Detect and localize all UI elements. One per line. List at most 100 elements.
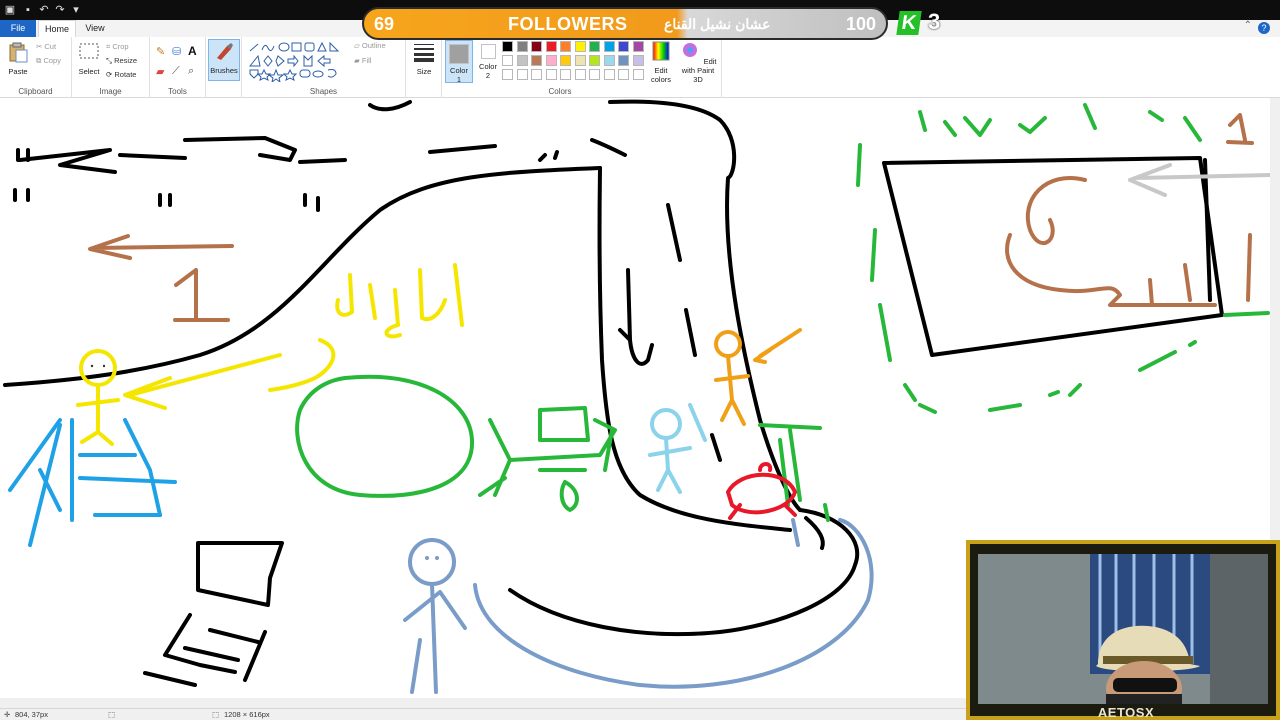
brown-arrow	[88, 234, 234, 260]
color1-button[interactable]: Color 1	[445, 40, 473, 84]
followers-label: FOLLOWERS	[508, 14, 628, 34]
fill-label: Fill	[361, 56, 372, 65]
custom-color-slot[interactable]	[632, 69, 644, 80]
tab-file[interactable]: File	[0, 20, 36, 37]
road-curve	[508, 508, 860, 637]
palette-swatch[interactable]	[516, 41, 528, 52]
rotate-label: Rotate	[114, 70, 137, 79]
color2-button[interactable]: Color 2	[475, 40, 501, 80]
magnifier-icon[interactable]: ⌕	[188, 65, 194, 78]
color2-number: 2	[485, 71, 491, 80]
text-tool-icon[interactable]: A	[188, 44, 197, 58]
palette-swatch[interactable]	[618, 55, 629, 66]
palette-swatch[interactable]	[531, 41, 542, 52]
small-box	[196, 541, 284, 607]
paint3d-button[interactable]: Edit with Paint 3D	[678, 40, 718, 84]
brushes-button[interactable]: Brushes	[208, 39, 240, 81]
redo-icon[interactable]: ↷	[54, 4, 66, 16]
palette-swatch[interactable]	[502, 55, 513, 66]
custom-color-slot[interactable]	[531, 69, 542, 80]
palette-swatch[interactable]	[618, 41, 629, 52]
tab-home[interactable]: Home	[38, 20, 76, 37]
edit-colors-button[interactable]: Edit colors	[648, 40, 674, 84]
color-picker-icon[interactable]: ⟋	[172, 65, 180, 78]
palette-swatch[interactable]	[589, 55, 600, 66]
palette-swatch[interactable]	[560, 55, 571, 66]
clipboard-group: Paste ✂ Cut ⧉ Copy Clipboard	[0, 37, 72, 98]
rotate-button[interactable]: ⟳ Rotate	[106, 70, 136, 79]
size-button[interactable]: Size	[410, 41, 438, 76]
custom-color-slot[interactable]	[516, 69, 528, 80]
custom-color-slot[interactable]	[589, 69, 600, 80]
image-group-label: Image	[99, 87, 122, 96]
crop-label: Crop	[112, 42, 129, 51]
ribbon: Paste ✂ Cut ⧉ Copy Clipboard Select ⌗ Cr…	[0, 37, 1280, 98]
color1-swatch	[449, 44, 469, 64]
custom-color-slot[interactable]	[545, 69, 557, 80]
fill-bucket-icon[interactable]: ⛁	[172, 45, 181, 58]
edit-colors-label: Edit colors	[650, 66, 671, 84]
palette-swatch[interactable]	[603, 55, 615, 66]
fill-icon: ▰	[354, 56, 362, 65]
undo-icon[interactable]: ↶	[38, 4, 50, 16]
resize-icon: ⤡	[106, 56, 115, 65]
edit-colors-icon	[652, 41, 670, 61]
palette-swatch[interactable]	[574, 41, 586, 52]
cut-label: Cut	[44, 42, 57, 51]
crop-button[interactable]: ⌗ Crop	[106, 42, 129, 52]
copy-button[interactable]: ⧉ Copy	[36, 56, 61, 66]
palette-swatch[interactable]	[545, 55, 557, 66]
paste-button[interactable]: Paste	[4, 41, 32, 76]
pencil-icon[interactable]: ✎	[156, 45, 165, 58]
custom-color-slot[interactable]	[574, 69, 586, 80]
shapes-group: ▱ Outline ▰ Fill Shapes	[242, 37, 406, 98]
eraser-icon[interactable]: ▰	[156, 65, 164, 78]
color1-number: 1	[456, 75, 462, 84]
palette-swatch[interactable]	[632, 41, 644, 52]
palette-swatch[interactable]	[516, 55, 528, 66]
palette-swatch[interactable]	[632, 55, 644, 66]
right-trapezoid	[882, 156, 1224, 357]
lane-mark	[666, 203, 682, 262]
resize-button[interactable]: ⤡ Resize	[106, 56, 137, 66]
custom-color-slot[interactable]	[618, 69, 629, 80]
line-size-icon	[414, 44, 434, 62]
save-icon[interactable]: ▪	[22, 4, 34, 16]
followers-goal: 100	[845, 14, 876, 34]
shapes-gallery[interactable]	[248, 42, 346, 82]
outline-icon: ▱	[354, 41, 362, 50]
palette-swatch[interactable]	[502, 41, 513, 52]
palette-swatch[interactable]	[589, 41, 600, 52]
collapse-ribbon-icon[interactable]: ⌃	[1244, 20, 1252, 31]
tools-group: ✎ ⛁ A ▰ ⟋ ⌕ Tools	[150, 37, 206, 98]
paint-app-icon: ▣	[4, 4, 16, 16]
brushes-label: Brushes	[210, 66, 238, 75]
brush-icon	[217, 43, 233, 60]
paint-window: ▣ ▪ ↶ ↷ ▾ File Home View ⌃ ? Paste ✂ Cut…	[0, 0, 1280, 720]
copy-label: Copy	[43, 56, 61, 65]
outline-dropdown[interactable]: ▱ Outline	[354, 41, 386, 50]
cut-button[interactable]: ✂ Cut	[36, 42, 56, 51]
color2-label: Color	[479, 62, 497, 71]
custom-color-slot[interactable]	[502, 69, 513, 80]
tab-view[interactable]: View	[78, 20, 112, 37]
help-icon[interactable]: ?	[1258, 22, 1270, 34]
resize-label: Resize	[114, 56, 138, 65]
color1-label: Color	[450, 66, 468, 75]
palette-swatch[interactable]	[531, 55, 542, 66]
customize-icon[interactable]: ▾	[70, 4, 82, 16]
paste-label: Paste	[8, 67, 28, 76]
select-button[interactable]: Select	[76, 41, 102, 76]
custom-color-slot[interactable]	[603, 69, 615, 80]
palette-swatch[interactable]	[560, 41, 571, 52]
select-label: Select	[78, 67, 100, 76]
custom-color-slot[interactable]	[560, 69, 571, 80]
size-label: Size	[416, 67, 432, 76]
palette-swatch[interactable]	[603, 41, 615, 52]
palette-swatch[interactable]	[574, 55, 586, 66]
fill-dropdown[interactable]: ▰ Fill	[354, 56, 371, 65]
clipboard-group-label: Clipboard	[18, 87, 53, 96]
palette-swatch[interactable]	[545, 41, 557, 52]
left-arrow-head	[18, 148, 117, 174]
paste-icon	[9, 42, 28, 63]
